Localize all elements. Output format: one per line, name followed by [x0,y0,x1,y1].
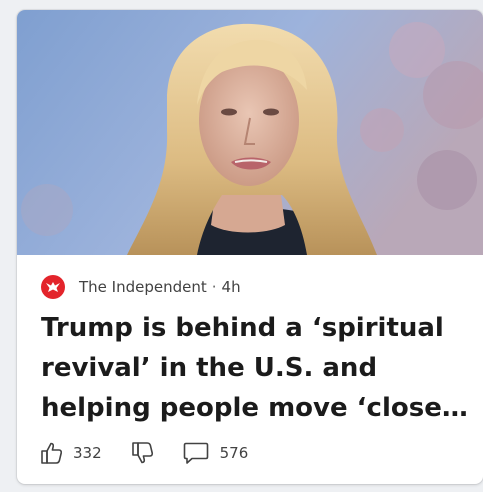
comment-bubble-icon [182,440,210,466]
article-headline[interactable]: Trump is behind a ‘spiritual revival’ in… [41,308,471,428]
article-age: 4h [221,278,241,296]
article-meta: The Independent · 4h [41,274,241,300]
source-name[interactable]: The Independent [79,278,207,296]
thumbs-up-icon [39,440,65,466]
comment-count: 576 [219,444,249,462]
like-count: 332 [73,444,102,462]
news-card[interactable]: The Independent · 4h Trump is behind a ‘… [17,10,483,484]
independent-eagle-logo-icon [41,275,65,299]
reaction-bar: 332 576 [39,438,248,468]
dislike-button[interactable] [130,440,156,466]
like-button[interactable]: 332 [39,440,130,466]
meta-separator: · [211,278,217,296]
comment-button[interactable]: 576 [182,440,249,466]
thumbs-down-icon [130,440,156,466]
article-image[interactable] [17,10,483,255]
